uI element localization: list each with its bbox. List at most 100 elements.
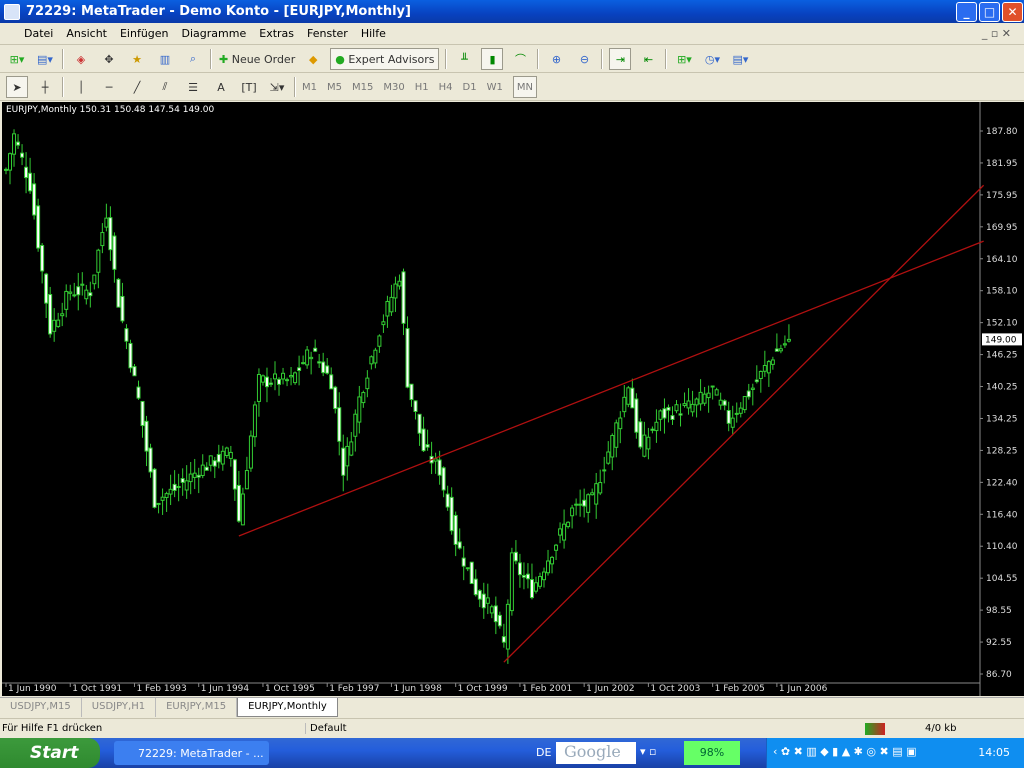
tab-usdjpy-m15[interactable]: USDJPY,M15 — [0, 698, 82, 717]
candle-body — [24, 166, 29, 179]
vertical-line-icon[interactable]: │ — [70, 76, 92, 98]
chart-shift-icon[interactable]: ⇤ — [637, 48, 659, 70]
bar-chart-icon[interactable]: ╨ — [453, 48, 475, 70]
timeframe-w1[interactable]: W1 — [487, 82, 503, 93]
crosshair-icon[interactable]: ┼ — [34, 76, 56, 98]
candle-body — [618, 417, 623, 430]
tray-icons[interactable]: ‹ ✿ ✖ ▥ ◆ ▮ ▲ ✱ ◎ ✖ ▤ ▣ — [773, 745, 916, 758]
candle-body — [602, 469, 607, 472]
candle-body — [361, 392, 366, 404]
tester-icon[interactable]: ⌕ — [182, 48, 204, 70]
zoom-in-icon[interactable]: ⊕ — [545, 48, 567, 70]
menu-fenster[interactable]: Fenster — [307, 27, 348, 40]
candle-body — [562, 523, 567, 541]
candle-body — [513, 551, 518, 562]
candle-body — [521, 574, 526, 578]
menu-einfuegen[interactable]: Einfügen — [120, 27, 169, 40]
candle-body — [401, 271, 406, 324]
tab-eurjpy-monthly[interactable]: EURJPY,Monthly — [237, 698, 338, 717]
candle-body — [184, 480, 189, 491]
candle-body — [385, 301, 390, 317]
chart-info: EURJPY,Monthly 150.31 150.48 147.54 149.… — [6, 105, 215, 115]
menu-diagramme[interactable]: Diagramme — [182, 27, 247, 40]
horizontal-line-icon[interactable]: ─ — [98, 76, 120, 98]
close-button[interactable]: ✕ — [1002, 2, 1023, 22]
minimize-button[interactable]: _ — [956, 2, 977, 22]
candle-body — [722, 400, 727, 406]
candle-body — [317, 361, 322, 364]
line-chart-icon[interactable]: ⌒ — [509, 48, 531, 70]
market-watch-icon[interactable]: ◈ — [70, 48, 92, 70]
channel-icon[interactable]: ⫽ — [154, 76, 176, 98]
tab-eurjpy-m15[interactable]: EURJPY,M15 — [156, 698, 238, 717]
zoom-out-icon[interactable]: ⊖ — [573, 48, 595, 70]
candle-body — [365, 377, 370, 390]
maximize-button[interactable]: □ — [979, 2, 1000, 22]
timeframe-m30[interactable]: M30 — [383, 82, 404, 93]
start-button[interactable]: Start — [0, 738, 100, 768]
price-label: 158.10 — [986, 287, 1018, 297]
timeframe-m1[interactable]: M1 — [302, 82, 317, 93]
templates-icon[interactable]: ▤▾ — [729, 48, 751, 70]
candle-body — [433, 458, 438, 462]
navigator-icon[interactable]: ★ — [126, 48, 148, 70]
taskbar-item-metatrader[interactable]: 72229: MetaTrader - ... — [114, 741, 269, 765]
menu-datei[interactable]: Datei — [24, 27, 53, 40]
title-bar: 72229: MetaTrader - Demo Konto - [EURJPY… — [0, 0, 1024, 23]
timeframe-h1[interactable]: H1 — [415, 82, 429, 93]
profiles-icon[interactable]: ▤▾ — [34, 48, 56, 70]
connection-icon — [865, 722, 885, 735]
candle-body — [437, 459, 442, 476]
candle-body — [774, 348, 779, 352]
candle-body — [212, 460, 217, 467]
menu-hilfe[interactable]: Hilfe — [361, 27, 386, 40]
terminal-icon[interactable]: ▥ — [154, 48, 176, 70]
candle-body — [192, 472, 197, 478]
candle-body — [586, 494, 591, 513]
indicators-icon[interactable]: ⊞▾ — [673, 48, 695, 70]
expert-advisors-button[interactable]: ● Expert Advisors — [330, 48, 440, 70]
cursor-icon[interactable]: ➤ — [6, 76, 28, 98]
app-icon — [4, 3, 20, 20]
timeframe-d1[interactable]: D1 — [463, 82, 477, 93]
mdi-controls[interactable]: _ ▫ ✕ — [982, 27, 1011, 40]
time-label: 1 Jun 1998 — [393, 684, 442, 694]
timeframe-h4[interactable]: H4 — [439, 82, 453, 93]
language-indicator[interactable]: DE — [536, 746, 551, 759]
text-label-icon[interactable]: [T] — [238, 76, 260, 98]
candle-body — [273, 373, 278, 380]
auto-scroll-icon[interactable]: ⇥ — [609, 48, 632, 70]
data-window-icon[interactable]: ✥ — [98, 48, 120, 70]
candlestick-icon[interactable]: ▮ — [481, 48, 504, 70]
tab-usdjpy-h1[interactable]: USDJPY,H1 — [82, 698, 157, 717]
standard-toolbar: ⊞▾ ▤▾ ◈ ✥ ★ ▥ ⌕ ✚ Neue Order ◆ ● Expert … — [0, 46, 1024, 73]
price-label: 164.10 — [986, 255, 1018, 265]
candle-body — [642, 434, 647, 457]
new-order-button[interactable]: ✚ Neue Order — [218, 48, 296, 70]
arrows-icon[interactable]: ⇲▾ — [266, 76, 288, 98]
candle-body — [638, 421, 643, 448]
candle-body — [614, 422, 619, 448]
fibonacci-icon[interactable]: ☰ — [182, 76, 204, 98]
menu-ansicht[interactable]: Ansicht — [66, 27, 107, 40]
price-chart[interactable]: 187.80 181.95 175.95 169.95 164.10 158.10 152.… — [2, 102, 1024, 696]
timeframe-m5[interactable]: M5 — [327, 82, 342, 93]
candle-body — [726, 410, 731, 424]
candle-body — [778, 348, 783, 352]
menu-extras[interactable]: Extras — [259, 27, 294, 40]
google-search-box[interactable]: Google — [556, 742, 636, 764]
periods-icon[interactable]: ◷▾ — [701, 48, 723, 70]
text-icon[interactable]: A — [210, 76, 232, 98]
trendline-icon[interactable]: ╱ — [126, 76, 148, 98]
candle-body — [497, 614, 502, 627]
candle-body — [505, 603, 510, 650]
metaeditor-icon[interactable]: ◆ — [302, 48, 324, 70]
search-dropdown-icon[interactable]: ▾ ▫ — [640, 745, 656, 758]
candle-body — [349, 441, 354, 456]
new-chart-icon[interactable]: ⊞▾ — [6, 48, 28, 70]
candle-body — [16, 141, 21, 146]
timeframe-m15[interactable]: M15 — [352, 82, 373, 93]
trendline — [238, 240, 984, 537]
timeframe-mn[interactable]: MN — [512, 76, 537, 98]
time-label: 1 Feb 2005 — [715, 684, 765, 694]
